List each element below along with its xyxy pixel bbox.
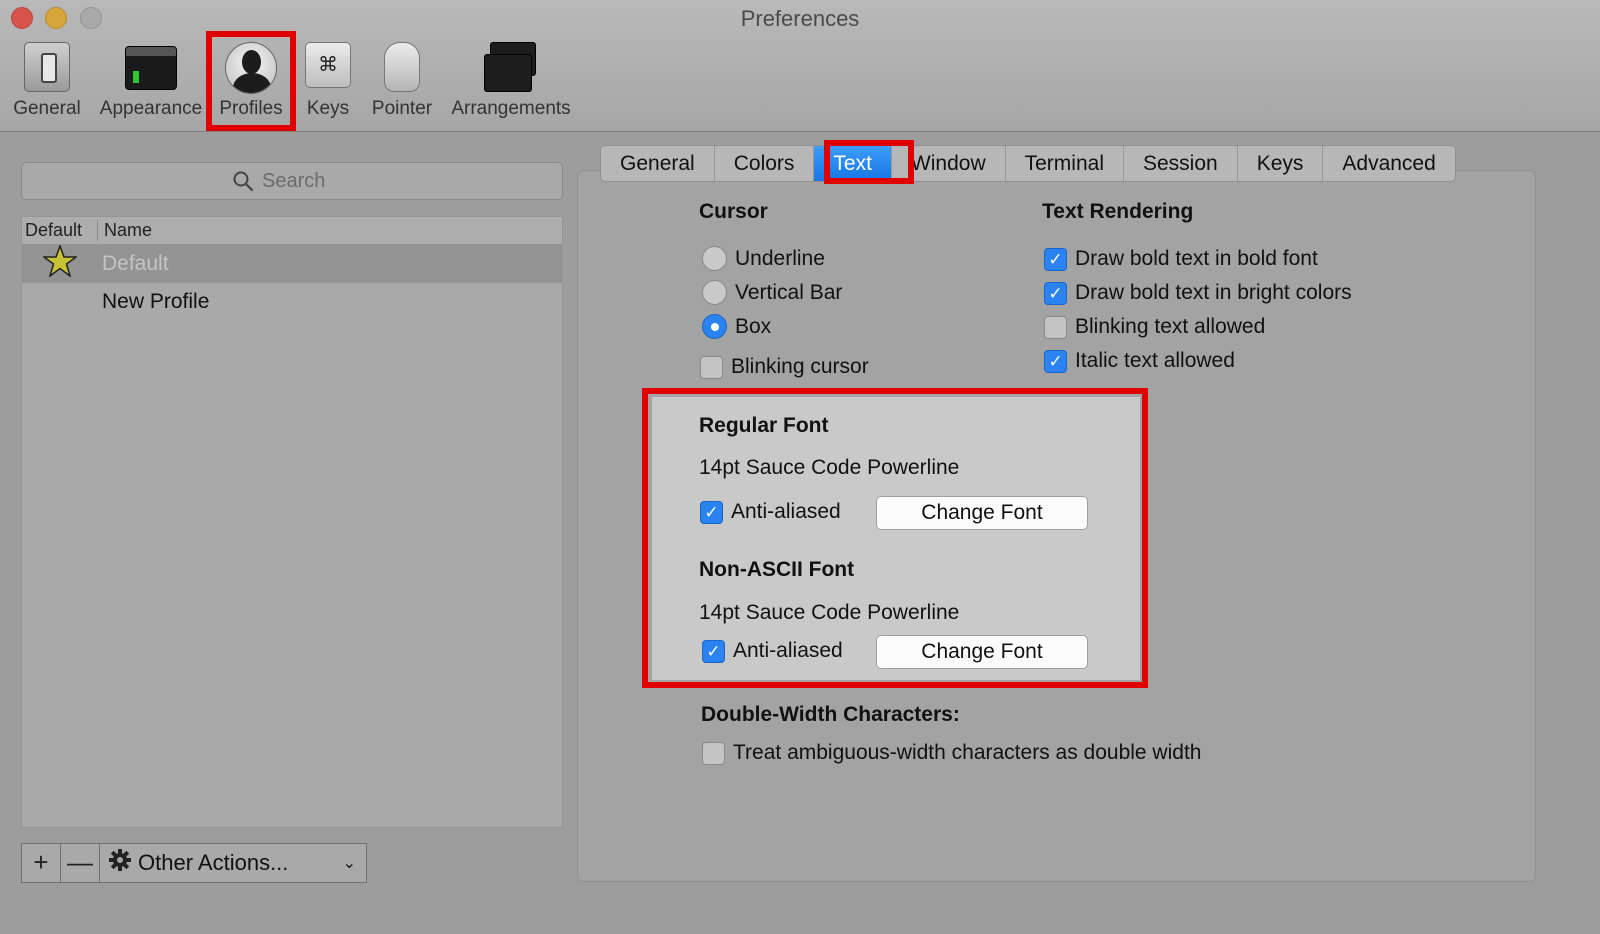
non-ascii-change-font-button[interactable]: Change Font [876,635,1088,669]
checkmark-icon: ✓ [702,639,725,663]
toolbar-appearance-label: Appearance [99,98,203,119]
other-actions-menu[interactable]: Other Actions... ⌄ [100,844,366,882]
double-width-checkbox[interactable]: Treat ambiguous-width characters as doub… [702,741,1201,765]
radio-button [702,246,727,271]
blinking-text-checkbox[interactable]: Blinking text allowed [1044,315,1265,339]
tab-general[interactable]: General [601,146,715,181]
default-star-icon [22,243,98,283]
search-icon [233,171,254,192]
checkbox-label: Anti-aliased [733,639,843,662]
non-ascii-font-title: Non-ASCII Font [699,558,855,581]
checkbox [1044,315,1067,339]
regular-font-title: Regular Font [699,414,829,437]
tab-window[interactable]: Window [892,146,1006,181]
bold-font-checkbox[interactable]: ✓ Draw bold text in bold font [1044,247,1318,271]
tab-terminal[interactable]: Terminal [1006,146,1124,181]
radio-button [702,280,727,305]
radio-button-selected [702,314,727,339]
tab-colors[interactable]: Colors [715,146,815,181]
checkbox [700,355,723,379]
checkmark-icon: ✓ [1044,281,1067,305]
blinking-cursor-checkbox[interactable]: Blinking cursor [700,355,869,379]
checkbox-label: Blinking cursor [731,355,869,378]
radio-label: Underline [735,246,825,270]
cursor-underline-radio[interactable]: Underline [702,246,825,271]
profile-person-icon [225,42,277,94]
profile-tabs: General Colors Text Window Terminal Sess… [600,145,1456,182]
toolbar-arrangements-label: Arrangements [451,98,571,119]
search-input[interactable] [262,169,352,193]
preferences-window: Preferences General Appearance Profiles … [0,0,1600,934]
command-key-icon: ⌘ [305,42,351,88]
toolbar-appearance[interactable]: Appearance [96,42,206,124]
profile-name: New Profile [102,290,210,313]
italic-text-checkbox[interactable]: ✓ Italic text allowed [1044,349,1235,373]
profile-actions-bar: + — Other Actions... ⌄ [21,843,367,883]
regular-font-value: 14pt Sauce Code Powerline [699,456,960,479]
toolbar-keys-label: Keys [306,98,350,119]
toolbar-keys[interactable]: ⌘ Keys [300,42,356,124]
mouse-icon [384,42,420,92]
column-name-header[interactable]: Name [98,220,152,241]
text-rendering-section-title: Text Rendering [1042,200,1194,223]
toolbar-profiles-label: Profiles [219,98,283,119]
add-profile-button[interactable]: + [22,844,61,882]
toolbar-arrangements[interactable]: Arrangements [448,42,574,124]
checkbox-label: Anti-aliased [731,500,841,523]
appearance-terminal-icon [125,46,177,90]
chevron-down-icon: ⌄ [342,855,356,872]
column-default-header[interactable]: Default [22,220,98,241]
toolbar-pointer[interactable]: Pointer [368,42,436,124]
profile-name: Default [102,252,169,275]
double-width-title: Double-Width Characters: [701,703,960,726]
checkbox-label: Draw bold text in bright colors [1075,281,1352,304]
cursor-vertical-bar-radio[interactable]: Vertical Bar [702,280,842,305]
toolbar-general[interactable]: General [10,42,84,124]
tab-text[interactable]: Text [814,146,892,181]
toolbar: Preferences General Appearance Profiles … [0,0,1600,132]
remove-profile-button[interactable]: — [61,844,100,882]
profile-row-new-profile[interactable]: New Profile [22,283,562,321]
non-ascii-font-value: 14pt Sauce Code Powerline [699,601,960,624]
toolbar-pointer-label: Pointer [371,98,433,119]
checkbox-label: Treat ambiguous-width characters as doub… [733,741,1202,764]
profile-list-header: Default Name [22,217,562,245]
bright-colors-checkbox[interactable]: ✓ Draw bold text in bright colors [1044,281,1352,305]
non-ascii-anti-aliased-checkbox[interactable]: ✓ Anti-aliased [702,639,843,663]
tab-session[interactable]: Session [1124,146,1238,181]
checkbox-label: Blinking text allowed [1075,315,1266,338]
window-title: Preferences [740,6,860,31]
checkmark-icon: ✓ [700,500,723,524]
general-toggle-icon [24,42,70,92]
tab-keys[interactable]: Keys [1238,146,1324,181]
tab-advanced[interactable]: Advanced [1323,146,1454,181]
regular-anti-aliased-checkbox[interactable]: ✓ Anti-aliased [700,500,841,524]
profile-row-default[interactable]: Default [22,243,562,283]
checkmark-icon: ✓ [1044,349,1067,373]
checkbox [702,741,725,765]
checkbox-label: Draw bold text in bold font [1075,247,1318,270]
cursor-section-title: Cursor [699,200,768,223]
profile-list[interactable]: Default Name Default New Profile [21,216,563,828]
radio-label: Vertical Bar [735,280,843,304]
regular-change-font-button[interactable]: Change Font [876,496,1088,530]
radio-label: Box [735,314,772,338]
window-arrangement-icon [484,42,538,92]
toolbar-general-label: General [13,98,81,119]
checkbox-label: Italic text allowed [1075,349,1235,372]
gear-icon [108,848,132,878]
profile-search-field[interactable] [21,162,563,200]
cursor-box-radio[interactable]: Box [702,314,771,339]
toolbar-profiles[interactable]: Profiles [214,42,288,124]
checkmark-icon: ✓ [1044,247,1067,271]
other-actions-label: Other Actions... [138,850,289,875]
